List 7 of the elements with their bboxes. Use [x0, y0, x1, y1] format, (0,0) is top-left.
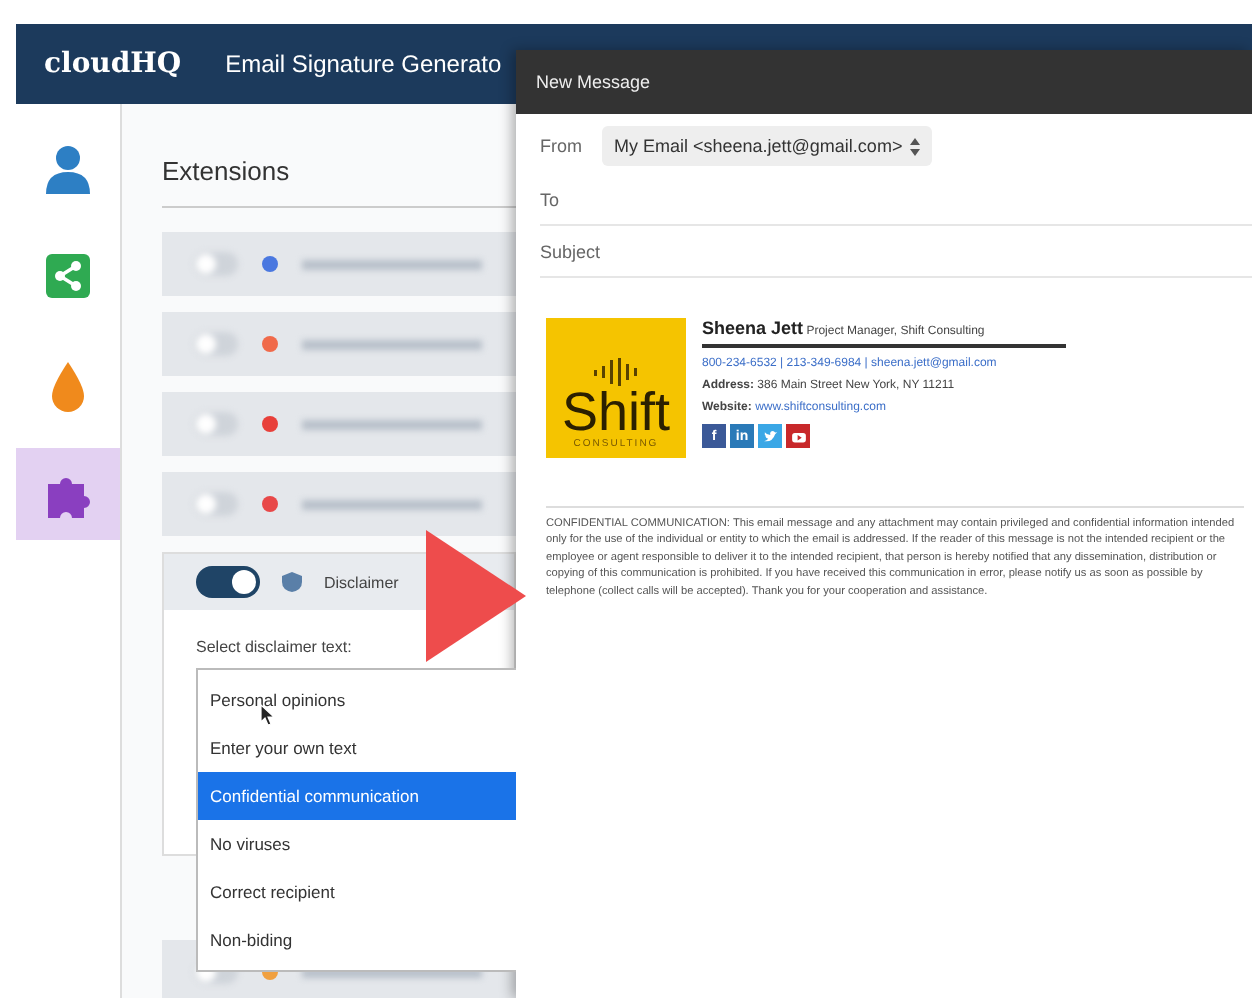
section-title: Extensions: [162, 156, 290, 186]
logo: cloudHQ: [44, 48, 182, 80]
field-label: Select disclaimer text:: [196, 638, 352, 656]
app-title: Email Signature Generato: [225, 50, 502, 78]
field-label: From: [540, 136, 582, 156]
extension-label: Disclaimer: [324, 573, 399, 591]
window-title: New Message: [536, 72, 651, 92]
